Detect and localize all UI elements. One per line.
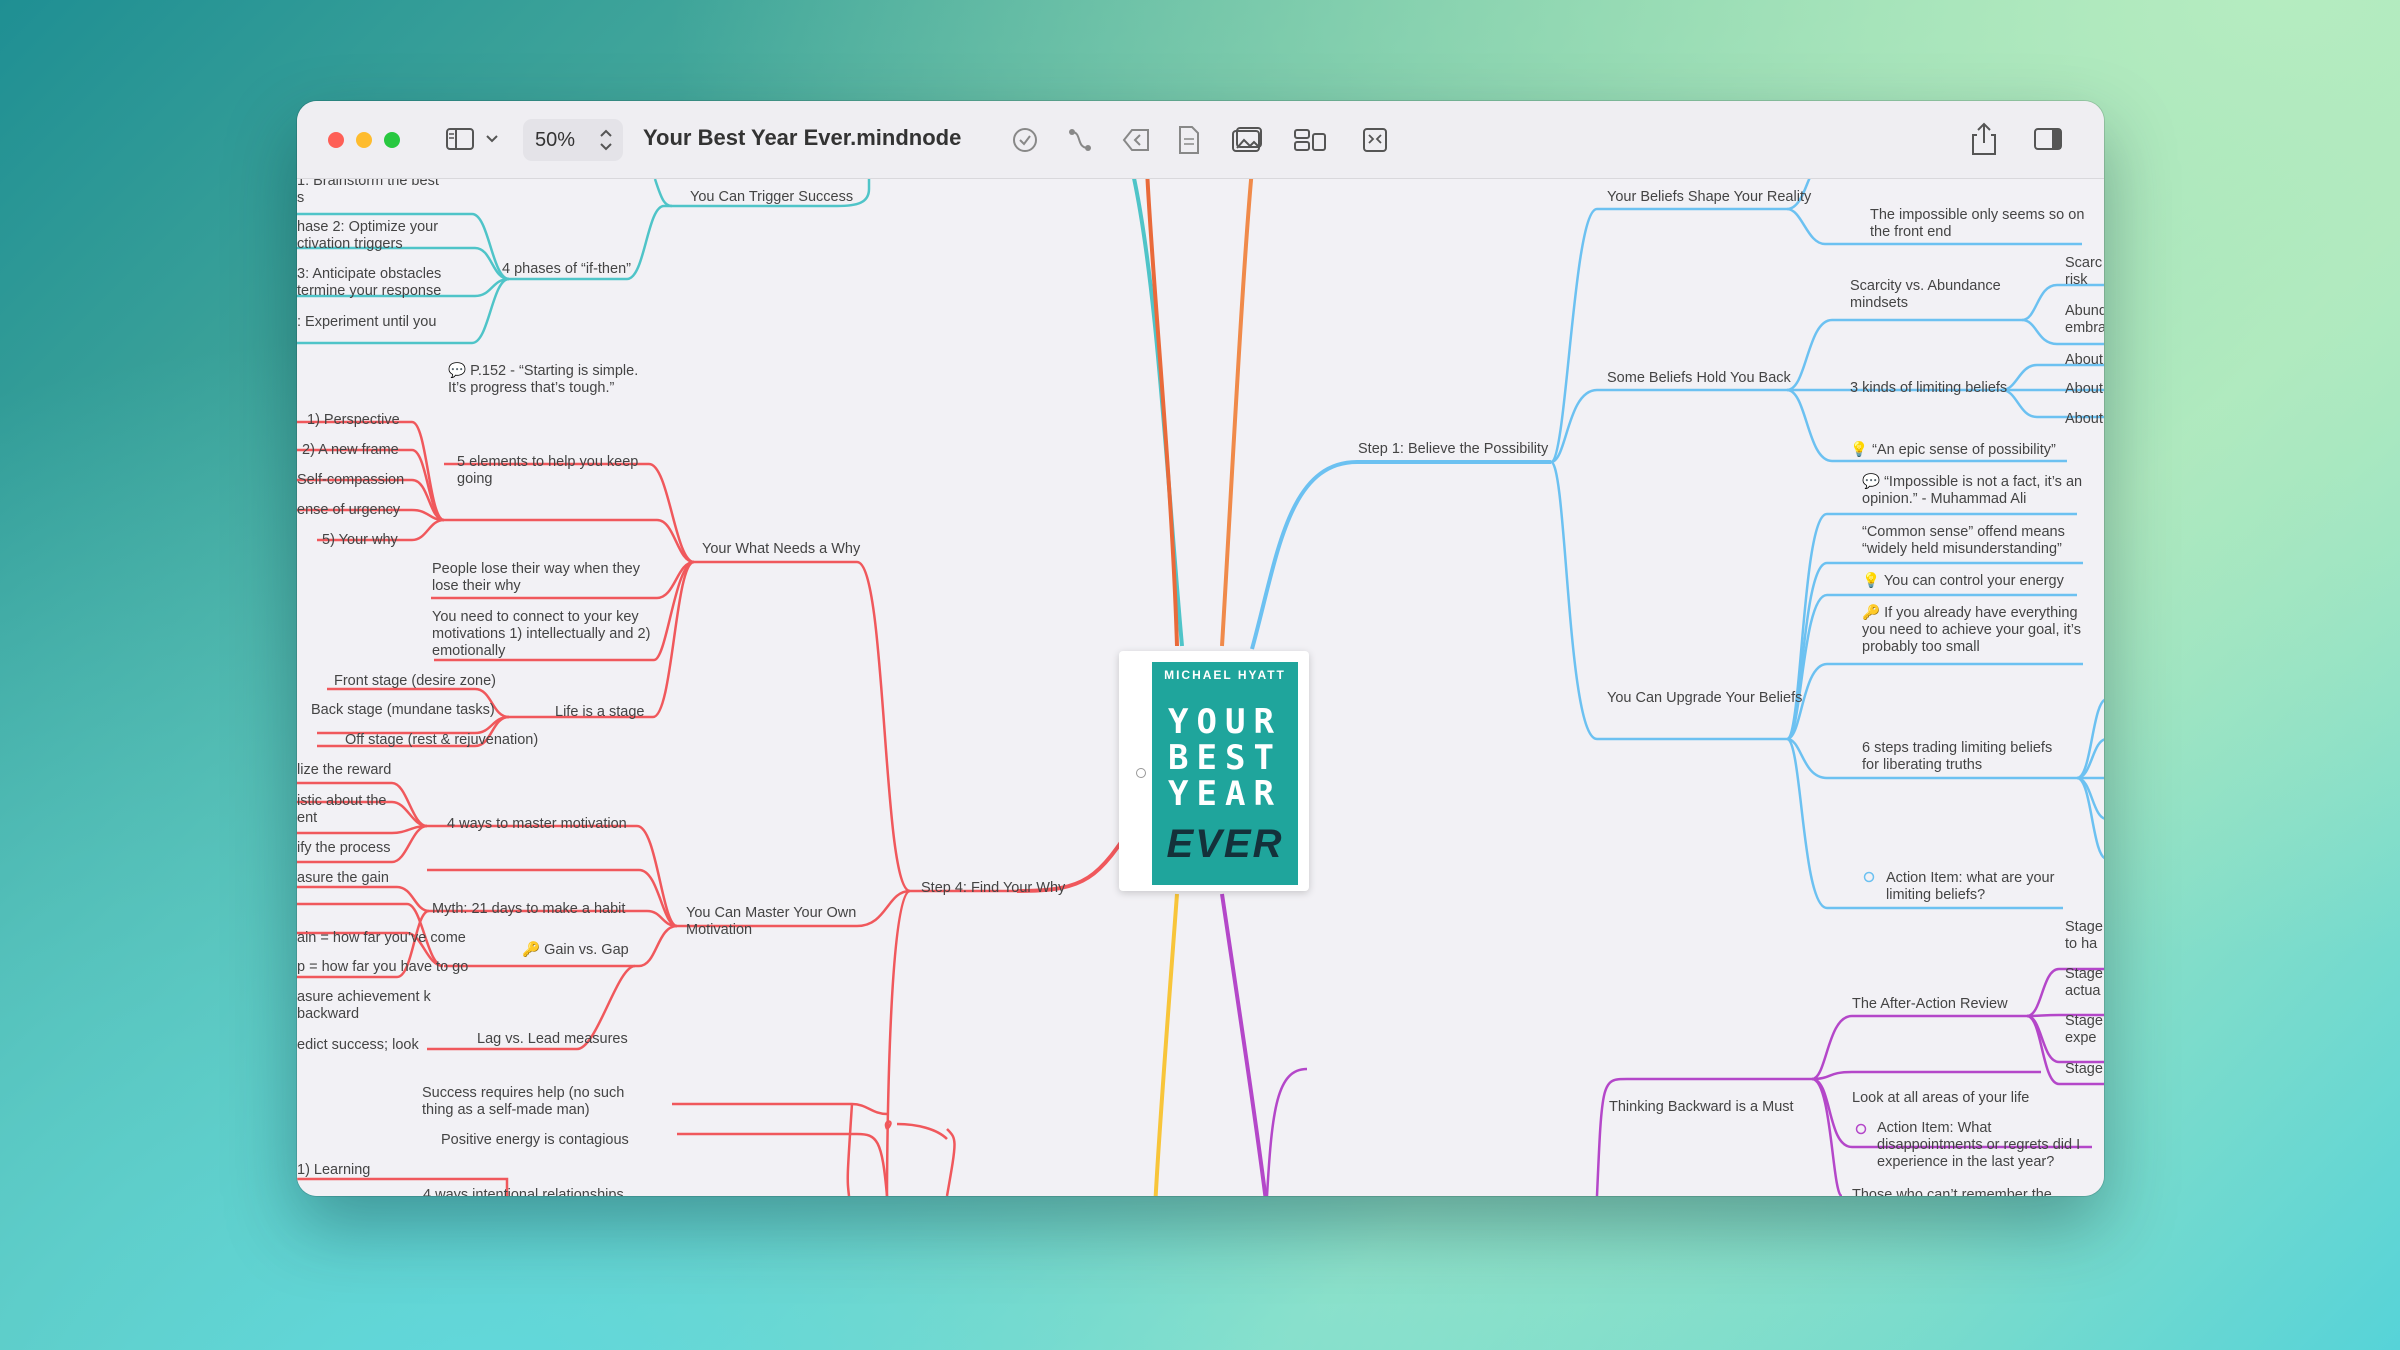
node-success-help[interactable]: Success requires help (no such thing as … [422, 1085, 657, 1119]
node-those-who[interactable]: Those who can’t remember the [1852, 1187, 2052, 1196]
node-myth21[interactable]: Myth: 21 days to make a habit [432, 901, 625, 918]
node-control-energy[interactable]: 💡 You can control your energy [1862, 573, 2064, 590]
node-gain-gap[interactable]: 🔑 Gain vs. Gap [522, 942, 629, 959]
node-realistic[interactable]: istic about the ent [297, 793, 397, 827]
node-about-1[interactable]: About [2065, 352, 2103, 369]
node-learning[interactable]: 1) Learning [297, 1162, 370, 1179]
collapse-toggle-icon[interactable] [1136, 768, 1146, 778]
node-step4[interactable]: Step 4: Find Your Why [921, 880, 1065, 897]
node-gain-far[interactable]: ain = how far you’ve come [297, 930, 466, 947]
node-beliefs-shape[interactable]: Your Beliefs Shape Your Reality [1607, 189, 1811, 206]
focus-icon[interactable] [1362, 126, 1388, 154]
node-about-2[interactable]: About [2065, 381, 2103, 398]
minimize-window-button[interactable] [356, 132, 372, 148]
node-positive-energy[interactable]: Positive energy is contagious [441, 1132, 629, 1149]
node-action-limiting[interactable]: Action Item: what are your limiting beli… [1886, 870, 2076, 904]
close-window-button[interactable] [328, 132, 344, 148]
zoom-value: 50% [535, 128, 576, 151]
node-back-stage[interactable]: Back stage (mundane tasks) [311, 702, 495, 719]
zoom-control[interactable]: 50% [523, 119, 623, 161]
node-thinking-backward[interactable]: Thinking Backward is a Must [1609, 1099, 1794, 1116]
node-about-3[interactable]: About [2065, 411, 2103, 428]
node-lose-way[interactable]: People lose their way when they lose the… [432, 561, 662, 595]
node-step1[interactable]: Step 1: Believe the Possibility [1358, 441, 1548, 458]
fullscreen-window-button[interactable] [384, 132, 400, 148]
share-icon[interactable] [1969, 121, 1999, 157]
node-stage-b[interactable]: Stage actua [2065, 966, 2104, 1000]
node-phase2[interactable]: hase 2: Optimize your ctivation triggers [297, 219, 447, 253]
node-lead-measure[interactable]: edict success; look [297, 1037, 419, 1054]
toolbar: 50% Your Best Year Ever.mindnode [297, 101, 2104, 179]
node-scarc[interactable]: Scarc risk [2065, 255, 2104, 289]
book-cover: MICHAEL HYATT YOUR BEST YEAR EVER [1152, 662, 1298, 885]
node-after-action[interactable]: The After-Action Review [1852, 996, 2008, 1013]
book-author: MICHAEL HYATT [1164, 668, 1286, 682]
node-gap-far[interactable]: p = how far you have to go [297, 959, 468, 976]
node-scarcity[interactable]: Scarcity vs. Abundance mindsets [1850, 278, 2025, 312]
node-process[interactable]: ify the process [297, 840, 391, 857]
node-four-phases[interactable]: 4 phases of “if-then” [502, 261, 631, 278]
node-intentional[interactable]: 4 ways intentional relationships [423, 1187, 624, 1196]
action-disappoint-circle-icon[interactable] [1855, 1123, 1867, 1140]
inspector-icon[interactable] [2033, 127, 2063, 151]
back-circle-icon[interactable] [1120, 126, 1152, 154]
node-lag-measure[interactable]: asure achievement k backward [297, 989, 447, 1023]
node-connect[interactable]: You need to connect to your key motivati… [432, 609, 657, 660]
node-six-steps[interactable]: 6 steps trading limiting beliefs for lib… [1862, 740, 2072, 774]
book-title-line-1: YOUR [1168, 702, 1282, 742]
node-off-stage[interactable]: Off stage (rest & rejuvenation) [345, 732, 538, 749]
connection-icon[interactable] [1066, 126, 1094, 154]
mindmap-canvas[interactable]: MICHAEL HYATT YOUR BEST YEAR EVER Step 4… [297, 179, 2104, 1196]
node-impossible-front[interactable]: The impossible only seems so on the fron… [1870, 207, 2090, 241]
book-title-line-3: YEAR [1168, 774, 1282, 814]
chevron-down-icon[interactable] [485, 134, 499, 144]
node-stage-c[interactable]: Stage expe [2065, 1013, 2104, 1047]
node-brainstorm[interactable]: 1: Brainstorm the best [297, 179, 439, 190]
zoom-stepper-icon[interactable] [599, 127, 613, 159]
node-three-kinds[interactable]: 3 kinds of limiting beliefs [1850, 380, 2007, 397]
document-title: Your Best Year Ever.mindnode [643, 125, 962, 150]
book-title-line-2: BEST [1168, 738, 1282, 778]
node-stage-d[interactable]: Stage [2065, 1061, 2103, 1078]
node-lag-lead[interactable]: Lag vs. Lead measures [477, 1031, 628, 1048]
node-reward[interactable]: lize the reward [297, 762, 391, 779]
central-book-image[interactable]: MICHAEL HYATT YOUR BEST YEAR EVER [1119, 651, 1309, 891]
node-upgrade[interactable]: You Can Upgrade Your Beliefs [1607, 690, 1802, 707]
node-common-sense[interactable]: “Common sense” offend means “widely held… [1862, 524, 2087, 558]
node-epic[interactable]: 💡 “An epic sense of possibility” [1850, 442, 2056, 459]
node-front-stage[interactable]: Front stage (desire zone) [334, 673, 496, 690]
node-trigger-success[interactable]: You Can Trigger Success [690, 189, 853, 206]
node-master-motivation[interactable]: You Can Master Your Own Motivation [686, 905, 881, 939]
node-phase3[interactable]: 3: Anticipate obstacles termine your res… [297, 266, 447, 300]
node-your-why[interactable]: 5) Your why [322, 532, 398, 549]
node-stage-a[interactable]: Stage to ha [2065, 919, 2104, 953]
node-new-frame[interactable]: 2) A new frame [302, 442, 399, 459]
node-urgency[interactable]: ense of urgency [297, 502, 400, 519]
document-icon[interactable] [1177, 125, 1201, 155]
sidebar-icon[interactable] [445, 127, 475, 151]
node-phase4[interactable]: : Experiment until you [297, 314, 436, 331]
node-look-all[interactable]: Look at all areas of your life [1852, 1090, 2029, 1107]
node-perspective[interactable]: 1) Perspective [307, 412, 400, 429]
action-limiting-circle-icon[interactable] [1863, 871, 1875, 888]
node-impossible-fact[interactable]: 💬 “Impossible is not a fact, it’s an opi… [1862, 474, 2087, 508]
node-already-have[interactable]: 🔑 If you already have everything you nee… [1862, 605, 2087, 656]
node-quote-152[interactable]: 💬 P.152 - “Starting is simple. It’s prog… [448, 363, 653, 397]
node-self-compassion[interactable]: Self-compassion [297, 472, 404, 489]
node-five-elements[interactable]: 5 elements to help you keep going [457, 454, 657, 488]
node-brainstorm-tail: s [297, 190, 305, 206]
node-abund[interactable]: Abund embra [2065, 303, 2104, 337]
node-four-ways[interactable]: 4 ways to master motivation [447, 816, 627, 833]
checkmark-circle-icon[interactable] [1011, 126, 1039, 154]
node-action-disappoint[interactable]: Action Item: What disappointments or reg… [1877, 1120, 2097, 1171]
mindnode-window: 50% Your Best Year Ever.mindnode MICHAEL… [297, 101, 2104, 1196]
image-icon[interactable] [1231, 126, 1263, 154]
book-title-line-4: EVER [1166, 822, 1284, 866]
node-what-needs-why[interactable]: Your What Needs a Why [702, 541, 860, 558]
node-life-stage[interactable]: Life is a stage [555, 704, 644, 721]
node-measure-gain[interactable]: asure the gain [297, 870, 389, 887]
node-hold-back[interactable]: Some Beliefs Hold You Back [1607, 370, 1791, 387]
layout-icon[interactable] [1293, 128, 1327, 152]
